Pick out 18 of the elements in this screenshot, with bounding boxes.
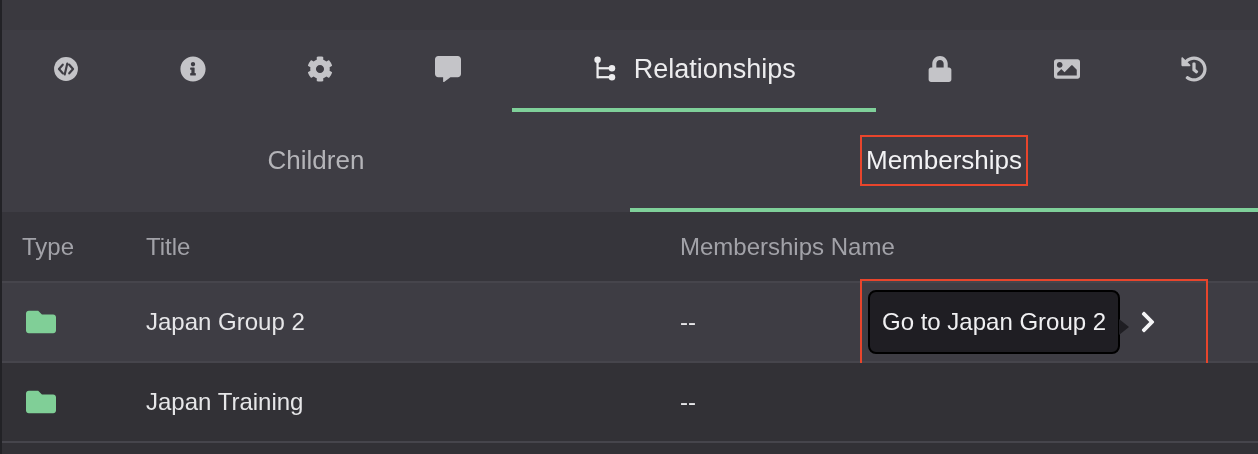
code-icon: [52, 56, 79, 82]
info-icon: [180, 56, 207, 82]
settings-icon: [307, 56, 334, 82]
table-cell-text: Japan Training: [146, 387, 305, 417]
table-cell-text: Japan Group 2: [146, 307, 306, 337]
history-icon: [1181, 56, 1208, 82]
sub-tab[interactable]: Children: [2, 112, 630, 212]
column-header: Type: [21, 231, 76, 262]
column-header: Title: [146, 231, 192, 262]
tree-icon: [591, 56, 618, 82]
tooltip-pointer-icon: [1119, 319, 1130, 335]
column-header: Memberships Name: [680, 231, 895, 262]
table-cell-text: --: [680, 307, 697, 337]
image-icon: [1053, 56, 1080, 82]
tooltip: Go to Japan Group 2: [868, 290, 1121, 354]
table-cell-text: --: [680, 387, 697, 417]
lock-icon: [926, 56, 953, 82]
comment-icon: [434, 56, 461, 82]
